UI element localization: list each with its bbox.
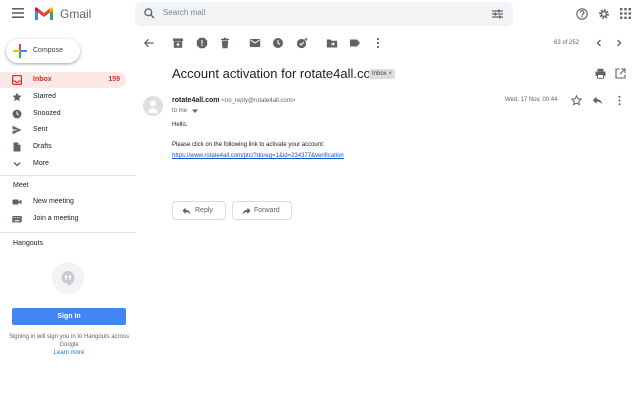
help-icon[interactable] <box>576 8 588 20</box>
hangouts-hint-text: Signing in will sign you in to Hangouts … <box>8 334 130 348</box>
reply-button[interactable]: Reply <box>172 201 226 220</box>
label-tag-icon[interactable] <box>349 37 361 49</box>
inbox-label-chip[interactable]: Inbox × <box>369 69 395 79</box>
main-menu-icon[interactable] <box>12 8 24 18</box>
gmail-logo-icon[interactable] <box>34 6 54 21</box>
archive-icon[interactable] <box>172 37 184 49</box>
sidebar-item-label: Sent <box>33 126 48 133</box>
compose-plus-icon <box>13 44 27 58</box>
pagination-count: 63 of 252 <box>554 40 580 46</box>
meet-section-title: Meet <box>13 182 29 189</box>
delete-trash-icon[interactable] <box>219 37 231 49</box>
recipient-details[interactable]: to me <box>172 108 198 114</box>
forward-icon <box>242 207 251 215</box>
email-subject: Account activation for rotate4all.com <box>172 66 382 81</box>
sidebar-item-join-meeting[interactable]: Join a meeting <box>0 211 126 227</box>
search-icon[interactable] <box>144 8 155 19</box>
remove-label-icon[interactable]: × <box>388 71 392 77</box>
forward-button-label: Forward <box>254 207 280 214</box>
print-icon[interactable] <box>595 68 606 79</box>
newer-chevron-left-icon[interactable] <box>593 37 605 49</box>
sidebar-item-snoozed[interactable]: Snoozed <box>0 106 126 122</box>
sidebar-item-label: Drafts <box>33 143 52 150</box>
snooze-clock-icon[interactable] <box>272 37 284 49</box>
sidebar-item-label: Inbox <box>33 76 52 83</box>
email-body-text: Please click on the following link to ac… <box>172 142 325 148</box>
sender-name[interactable]: rotate4all.com <box>172 97 219 104</box>
add-to-tasks-icon[interactable] <box>296 37 308 49</box>
top-bar: Gmail Search mail <box>0 0 640 28</box>
hangouts-quote-icon <box>60 270 76 286</box>
hangouts-sign-in-button[interactable]: Sign In <box>12 308 126 325</box>
inbox-unread-count: 159 <box>108 76 120 83</box>
recipient-text: to me <box>172 108 188 114</box>
apps-grid-icon[interactable] <box>620 8 631 19</box>
learn-more-link[interactable]: Learn more <box>54 350 85 356</box>
sender-line: rotate4all.com <no_reply@rotate4all.com> <box>172 97 295 104</box>
sidebar-item-label: New meeting <box>33 198 74 205</box>
open-in-new-window-icon[interactable] <box>615 68 626 79</box>
sidebar-item-label: Starred <box>33 93 56 100</box>
search-bar[interactable]: Search mail <box>135 2 513 26</box>
inbox-icon <box>12 75 22 85</box>
reply-button-label: Reply <box>195 207 213 214</box>
compose-button[interactable]: Compose <box>6 39 80 63</box>
search-options-icon[interactable] <box>492 9 503 19</box>
star-outline-icon[interactable] <box>571 95 582 106</box>
forward-button[interactable]: Forward <box>232 201 292 220</box>
hangouts-placeholder-avatar <box>52 262 84 294</box>
message-date: Wed, 17 Nov, 00:44 <box>505 97 558 103</box>
more-options-icon[interactable] <box>372 37 384 49</box>
hangouts-sign-in-hint: Signing in will sign you in to Hangouts … <box>8 333 130 357</box>
sidebar-item-label: More <box>33 160 49 167</box>
sidebar-item-more[interactable]: More <box>0 156 126 172</box>
draft-file-icon <box>12 142 22 152</box>
sender-avatar[interactable] <box>143 96 163 116</box>
settings-gear-icon[interactable] <box>598 8 610 20</box>
older-chevron-right-icon[interactable] <box>613 37 625 49</box>
move-to-folder-icon[interactable] <box>326 37 338 49</box>
sidebar-item-drafts[interactable]: Drafts <box>0 139 126 155</box>
chevron-down-icon <box>12 159 22 169</box>
search-input[interactable]: Search mail <box>163 8 205 17</box>
send-icon <box>12 125 22 135</box>
sidebar-item-label: Join a meeting <box>33 215 79 222</box>
clock-icon <box>12 109 22 119</box>
sidebar-item-label: Snoozed <box>33 110 61 117</box>
person-icon <box>148 100 158 116</box>
app-name: Gmail <box>60 7 92 21</box>
hangouts-section-title: Hangouts <box>13 240 43 247</box>
compose-label: Compose <box>33 47 63 54</box>
star-icon <box>12 92 22 102</box>
back-arrow-icon[interactable] <box>143 37 155 49</box>
label-chip-text: Inbox <box>372 71 387 77</box>
sidebar-item-starred[interactable]: Starred <box>0 89 126 105</box>
message-more-options-icon[interactable] <box>614 95 625 106</box>
video-camera-icon <box>12 197 22 207</box>
mark-unread-icon[interactable] <box>249 37 261 49</box>
recipient-details-chevron-down-icon[interactable] <box>192 109 198 114</box>
activation-link[interactable]: https://www.rotate4all.com/ptc/?doreg=1&… <box>172 153 344 159</box>
sidebar-item-new-meeting[interactable]: New meeting <box>0 194 126 210</box>
sidebar-item-sent[interactable]: Sent <box>0 122 126 138</box>
sender-email: <no_reply@rotate4all.com> <box>221 98 296 104</box>
reply-icon <box>182 207 191 215</box>
reply-arrow-icon[interactable] <box>592 95 603 106</box>
report-spam-icon[interactable] <box>196 37 208 49</box>
keyboard-icon <box>12 214 22 224</box>
email-greeting: Hello, <box>172 122 188 128</box>
sidebar-divider <box>0 232 136 233</box>
sidebar-divider <box>0 175 136 176</box>
sidebar-item-inbox[interactable]: Inbox 159 <box>0 72 126 88</box>
